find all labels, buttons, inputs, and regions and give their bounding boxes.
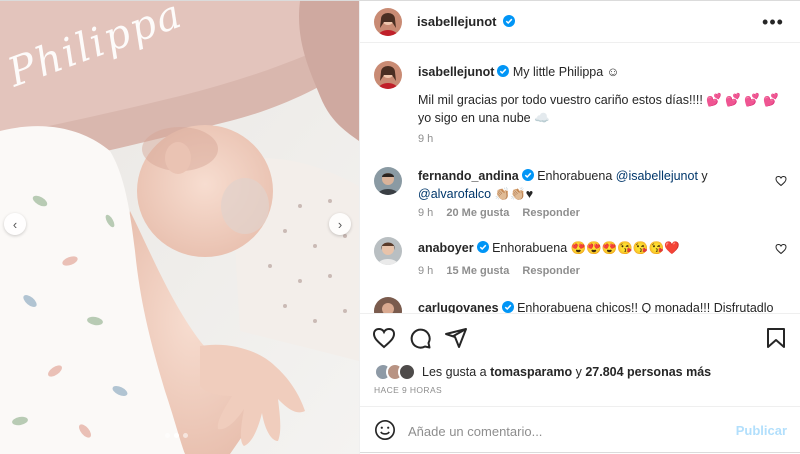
post-timestamp[interactable]: HACE 9 HORAS: [374, 385, 442, 395]
caption: isabellejunot My little Philippa ☺ Mil m…: [360, 59, 800, 149]
carousel-previous-button[interactable]: ‹: [4, 213, 26, 235]
header-username[interactable]: isabellejunot: [417, 14, 496, 29]
comment-username[interactable]: fernando_andina: [418, 169, 519, 183]
like-heart-icon[interactable]: [372, 326, 396, 350]
avatar[interactable]: [374, 237, 402, 265]
carousel-dot: [165, 433, 170, 438]
verified-badge-icon: [476, 241, 489, 253]
share-send-icon[interactable]: [444, 326, 468, 350]
verified-badge-icon: [501, 301, 514, 313]
post-media[interactable]: Philippa ‹ ›: [0, 1, 359, 454]
comment: anaboyer Enhorabuena 😍😍😍😘😘😘❤️ 9 h 15 Me …: [360, 235, 800, 285]
comment: carlugovanes Enhorabuena chicos!! Q mona…: [360, 295, 800, 313]
comment-username[interactable]: carlugovanes: [418, 301, 499, 313]
carousel-dot: [183, 433, 188, 438]
avatar: [398, 363, 416, 381]
more-options-button[interactable]: •••: [762, 12, 784, 32]
chevron-right-icon: ›: [337, 216, 343, 232]
likes-count[interactable]: 27.804 personas más: [585, 365, 711, 379]
comment-username[interactable]: anaboyer: [418, 241, 474, 255]
carousel-next-button[interactable]: ›: [329, 213, 351, 235]
comment-time[interactable]: 9 h: [418, 207, 433, 219]
comment-likes[interactable]: 15 Me gusta: [446, 265, 509, 277]
comment-text: 👏🏼👏🏼♥: [491, 187, 534, 201]
like-comment-heart-icon[interactable]: [775, 243, 787, 255]
reply-button[interactable]: Responder: [522, 207, 579, 219]
publish-button[interactable]: Publicar: [736, 423, 787, 438]
like-comment-heart-icon[interactable]: [775, 175, 787, 187]
likes-prefix: Les gusta a: [422, 365, 487, 379]
verified-badge-icon: [503, 15, 516, 27]
caption-line: yo sigo en una nube ☁️: [418, 111, 550, 125]
caption-username[interactable]: isabellejunot: [418, 65, 494, 79]
comment-input[interactable]: [408, 419, 728, 443]
verified-badge-icon: [497, 65, 510, 77]
avatar[interactable]: [374, 167, 402, 195]
likes-summary[interactable]: Les gusta a tomasparamo y 27.804 persona…: [374, 362, 711, 382]
caption-line: Mil mil gracias por todo vuestro cariño …: [418, 93, 779, 107]
caption-time[interactable]: 9 h: [418, 133, 433, 145]
carousel-indicator: [165, 433, 188, 438]
post-header: isabellejunot •••: [360, 1, 800, 43]
emoji-smiley-icon[interactable]: [374, 419, 396, 441]
caption-line: My little Philippa ☺: [512, 65, 620, 79]
comment-time[interactable]: 9 h: [418, 265, 433, 277]
post-dialog: Philippa ‹ › isabellejunot ••• isabellej…: [0, 0, 800, 454]
carousel-dot-active: [174, 433, 179, 438]
comment: fernando_andina Enhorabuena @isabellejun…: [360, 165, 800, 225]
avatar[interactable]: [374, 61, 402, 89]
save-bookmark-icon[interactable]: [764, 326, 788, 350]
chevron-left-icon: ‹: [12, 216, 18, 232]
comments-list: isabellejunot My little Philippa ☺ Mil m…: [360, 43, 800, 313]
post-actions: [360, 313, 800, 363]
mention-link[interactable]: @isabellejunot: [616, 169, 698, 183]
comment-bubble-icon[interactable]: [408, 326, 432, 350]
avatar[interactable]: [374, 297, 402, 313]
more-horizontal-icon: •••: [762, 12, 784, 32]
comment-text: Enhorabuena 😍😍😍😘😘😘❤️: [492, 241, 680, 255]
add-comment-bar: Publicar: [360, 406, 800, 454]
comment-text: Enhorabuena: [537, 169, 616, 183]
comment-text: Enhorabuena chicos!! Q monada!!! Disfrut…: [517, 301, 774, 313]
post-details-panel: isabellejunot ••• isabellejunot My littl…: [359, 1, 800, 454]
comment-likes[interactable]: 20 Me gusta: [446, 207, 509, 219]
verified-badge-icon: [521, 169, 534, 181]
comment-text: y: [697, 169, 708, 183]
avatar[interactable]: [374, 8, 402, 36]
reply-button[interactable]: Responder: [522, 265, 579, 277]
mention-link[interactable]: @alvarofalco: [418, 187, 491, 201]
liker-avatars: [374, 363, 416, 381]
likes-connector: y: [575, 365, 582, 379]
liker-username[interactable]: tomasparamo: [490, 365, 572, 379]
